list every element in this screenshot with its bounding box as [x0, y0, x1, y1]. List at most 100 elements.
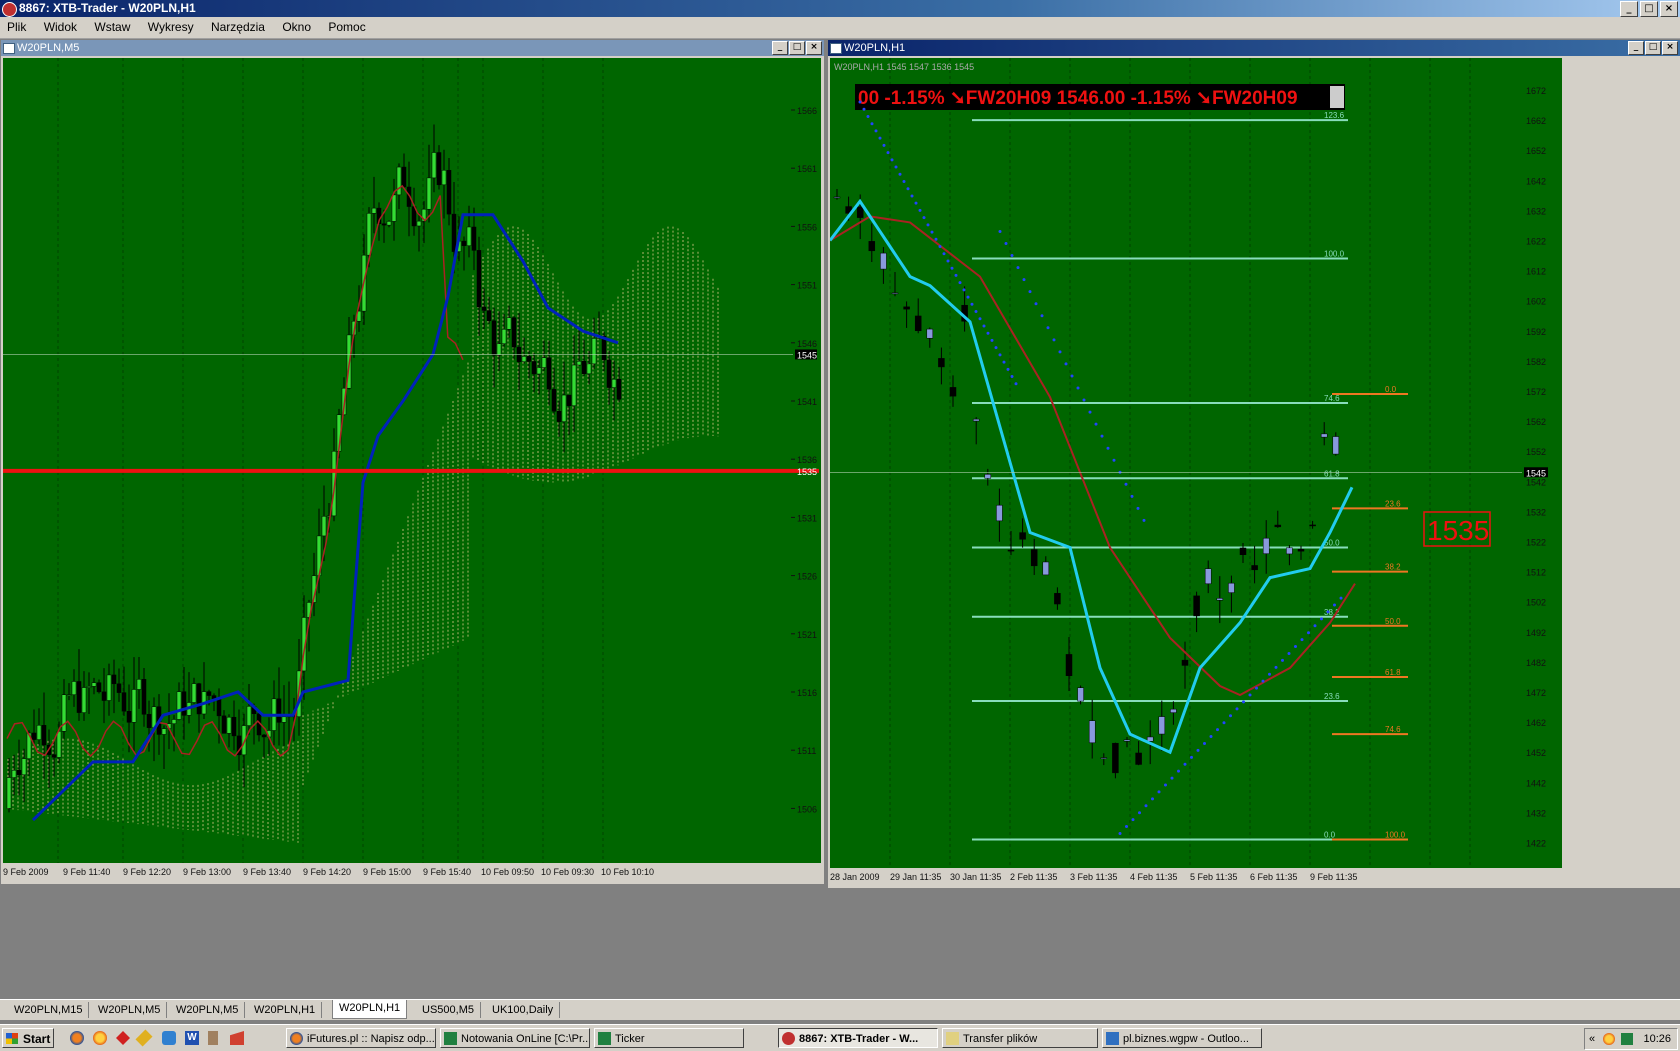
burst-icon[interactable] [116, 1031, 130, 1045]
candle-body [76, 681, 82, 713]
sun-icon[interactable] [93, 1031, 107, 1045]
sar-dot [1016, 266, 1020, 270]
sar-dot [1118, 831, 1122, 835]
tab-w20pln-m5[interactable]: W20PLN,M5 [170, 1002, 246, 1018]
tray-sun-icon[interactable] [1603, 1033, 1615, 1045]
minimize-button[interactable]: _ [1620, 1, 1638, 17]
tab-w20pln-m15[interactable]: W20PLN,M15 [8, 1002, 90, 1018]
price-chart-m5[interactable]: 1566 1561 1556 1551 1546 1541 1536 1531 1526 1521… [3, 58, 821, 882]
candle-body [1309, 524, 1316, 527]
xtb-icon [782, 1032, 795, 1045]
time-label: 9 Feb 11:35 [1310, 872, 1357, 882]
price-chart-h1[interactable]: 1672 1662 1652 1642 1632 1622 1612 1602 1592 1582… [830, 58, 1676, 886]
mail-icon[interactable] [162, 1031, 176, 1045]
maximize-button[interactable]: □ [1640, 1, 1658, 17]
sar-dot [1320, 617, 1323, 621]
chart-window-title-bar[interactable]: W20PLN,M5 _ □ × [1, 40, 824, 56]
sar-dot [874, 129, 878, 133]
restore-button[interactable]: □ [1645, 41, 1661, 55]
candle-body [1123, 739, 1131, 742]
candle-body [891, 292, 899, 295]
price-label: 1422 [1526, 839, 1546, 849]
menu-widok[interactable]: Widok [37, 17, 84, 37]
word-icon[interactable]: W [185, 1031, 199, 1045]
taskbar-ticker[interactable]: Ticker [594, 1028, 744, 1048]
chart-window-title-bar[interactable]: W20PLN,H1 _ □ × [828, 40, 1680, 56]
taskbar-ifutures[interactable]: iFutures.pl :: Napisz odp... [286, 1028, 436, 1048]
sar-dot [1209, 735, 1213, 739]
tray-app-icon[interactable] [1621, 1033, 1633, 1045]
windows-logo-icon [6, 1033, 18, 1044]
candle-body [926, 328, 934, 339]
taskbar-outlook[interactable]: pl.biznes.wgpw - Outloo... [1102, 1028, 1262, 1048]
candle-body [391, 194, 397, 222]
candle-body [880, 252, 887, 270]
sar-dot [934, 237, 938, 241]
ticker-pause-button[interactable] [1330, 86, 1344, 108]
start-button[interactable]: Start [2, 1028, 54, 1048]
time-label: 9 Feb 15:40 [423, 867, 471, 877]
tab-uk100-daily[interactable]: UK100,Daily [486, 1002, 561, 1018]
close-button[interactable]: × [1662, 41, 1678, 55]
tab-w20pln-h1[interactable]: W20PLN,H1 [248, 1002, 323, 1018]
pencil-icon[interactable] [135, 1029, 153, 1047]
candle-body [106, 674, 112, 701]
menu-wstaw[interactable]: Wstaw [87, 17, 137, 37]
candle-body [833, 196, 841, 199]
taskbar-notowania[interactable]: Notowania OnLine [C:\Pr... [440, 1028, 590, 1048]
menu-wykresy[interactable]: Wykresy [141, 17, 201, 37]
price-label: 1432 [1526, 808, 1546, 818]
time-label: 9 Feb 12:20 [123, 867, 171, 877]
menu-okno[interactable]: Okno [275, 17, 318, 37]
candle-body [606, 359, 612, 388]
price-label: 1552 [1526, 447, 1546, 457]
minimize-button[interactable]: _ [1628, 41, 1644, 55]
sar-dot [1307, 631, 1310, 635]
candle-body [401, 166, 407, 188]
candle-body [1297, 549, 1305, 552]
candle-body [181, 691, 187, 716]
menu-pomoc[interactable]: Pomoc [321, 17, 372, 37]
sar-dot [1138, 811, 1141, 815]
candle-body [51, 754, 57, 758]
chart-app-icon[interactable] [230, 1031, 244, 1045]
candle-body [281, 716, 287, 723]
sar-dot [894, 165, 898, 169]
tab-w20pln-m5[interactable]: W20PLN,M5 [92, 1002, 168, 1018]
firefox-icon[interactable] [70, 1031, 84, 1045]
menu-narzedzia[interactable]: Narzędzia [204, 17, 272, 37]
sar-dot [862, 107, 866, 111]
sar-dot [1281, 658, 1284, 662]
app-icon [444, 1032, 457, 1045]
taskbar-xtb-trader[interactable]: 8867: XTB-Trader - W... [778, 1028, 938, 1048]
minimize-button[interactable]: _ [772, 41, 788, 55]
price-label: 1632 [1526, 206, 1546, 216]
candle-body [371, 207, 377, 214]
chart-window-h1[interactable]: W20PLN,H1 _ □ × 1672 1662 1652 1642 1632 1622… [827, 39, 1680, 889]
candle-body [591, 338, 597, 365]
close-button[interactable]: × [806, 41, 822, 55]
price-label: 1572 [1526, 387, 1546, 397]
candle-body [56, 731, 62, 758]
tray-expand-icon[interactable]: « [1589, 1029, 1595, 1049]
candle-body [491, 320, 497, 356]
sar-dot [902, 180, 906, 184]
candle-body [366, 213, 372, 256]
tool-icon[interactable] [208, 1031, 218, 1045]
candle-body [561, 394, 567, 422]
candle-body [541, 357, 547, 368]
folder-icon [946, 1032, 959, 1045]
sar-dot [946, 259, 950, 263]
close-button[interactable]: × [1660, 1, 1678, 17]
taskbar-transfer[interactable]: Transfer plików [942, 1028, 1098, 1048]
candle-body [1170, 708, 1177, 713]
menu-plik[interactable]: Plik [0, 17, 33, 37]
tab-us500-m5[interactable]: US500,M5 [416, 1002, 481, 1018]
restore-button[interactable]: □ [789, 41, 805, 55]
candle-body [1158, 716, 1166, 735]
chart-window-m5[interactable]: W20PLN,M5 _ □ × 1566 1561 1556 1551 1546 1541… [0, 39, 825, 885]
candle-body [426, 177, 432, 210]
tab-w20pln-h1-active[interactable]: W20PLN,H1 [332, 1000, 408, 1019]
sar-dot [978, 317, 982, 321]
sar-dot [1076, 386, 1080, 390]
